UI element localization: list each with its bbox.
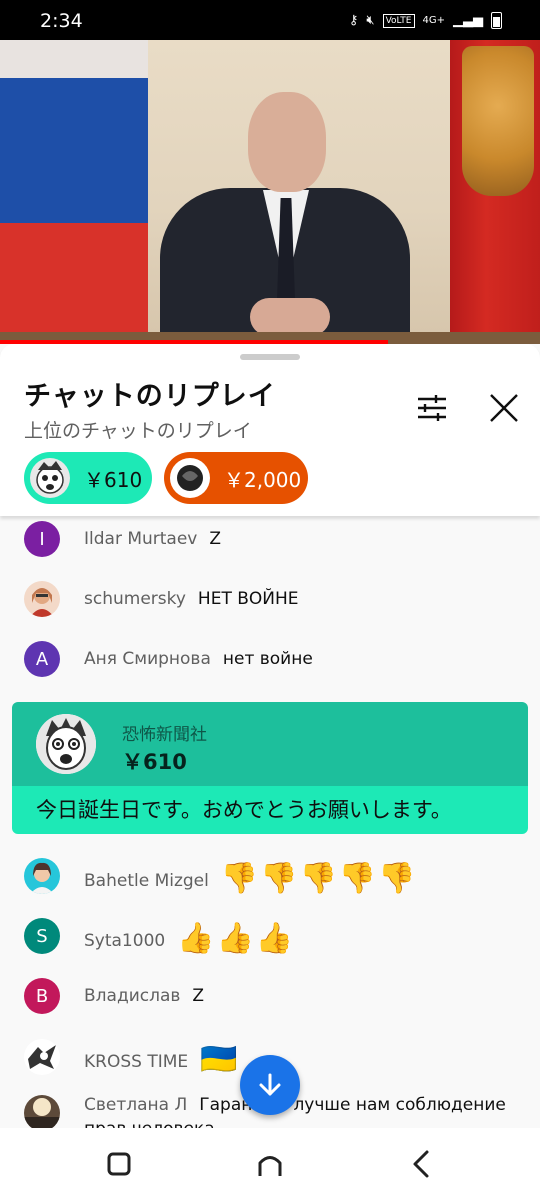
chat-message: НЕТ ВОЙНЕ <box>197 589 299 609</box>
battery-icon <box>491 12 502 29</box>
avatar <box>24 581 60 617</box>
sliders-icon <box>418 395 446 421</box>
back-button[interactable] <box>404 1146 440 1182</box>
avatar: A <box>24 641 60 677</box>
superchat-author[interactable]: 恐怖新聞社 <box>122 720 207 745</box>
chat-message: Z <box>192 986 205 1006</box>
list-item: schumersky НЕТ ВОЙНЕ <box>0 574 540 624</box>
avatar: B <box>24 978 60 1014</box>
chat-author[interactable]: Bahetle Mizgel <box>84 871 209 891</box>
chat-replay-header: チャットのリプレイ 上位のチャットのリプレイ ￥610 ￥2,000 <box>0 344 540 516</box>
standard-flag <box>450 40 540 340</box>
mute-icon: 🔇︎ <box>366 13 375 28</box>
home-button[interactable] <box>252 1146 288 1182</box>
superchat-chip[interactable]: ￥610 <box>24 452 152 504</box>
chat-list[interactable]: I Ildar Murtaev Z schumersky НЕТ ВОЙНЕ A А… <box>0 516 540 1128</box>
speaker-figure <box>160 80 410 344</box>
avatar <box>36 714 96 774</box>
superchat-amount: ￥610 <box>122 750 187 774</box>
status-bar: 2:34 ⚷ 🔇︎ VoLTE 4G+ ▁▃▅ <box>0 0 540 40</box>
network-label: 4G+ <box>422 15 446 26</box>
back-icon <box>413 1150 429 1178</box>
sheet-subtitle[interactable]: 上位のチャットのリプレイ <box>24 416 252 443</box>
scroll-to-latest-button[interactable] <box>240 1055 300 1115</box>
avatar <box>24 858 60 894</box>
avatar <box>24 1095 60 1128</box>
superchat-message[interactable]: 恐怖新聞社 ￥610 今日誕生日です。おめでとうお願いします。 <box>12 702 528 834</box>
chat-author[interactable]: schumersky <box>84 589 186 609</box>
volte-badge: VoLTE <box>382 13 415 28</box>
list-item: A Аня Смирнова нет войне <box>0 634 540 684</box>
close-button[interactable] <box>486 390 522 426</box>
list-item: S Syta1000 👍👍👍 <box>0 911 540 961</box>
chat-author[interactable]: Ildar Murtaev <box>84 529 197 549</box>
chat-message: нет войне <box>222 649 313 669</box>
avatar <box>170 458 210 498</box>
sheet-title: チャットのリプレイ <box>24 381 276 412</box>
avatar: S <box>24 918 60 954</box>
russian-flag <box>0 40 148 340</box>
home-icon <box>258 1156 282 1176</box>
recents-button[interactable] <box>101 1146 137 1182</box>
superchat-text: 今日誕生日です。おめでとうお願いします。 <box>12 786 528 834</box>
drag-handle[interactable] <box>240 354 300 360</box>
system-navigation-bar <box>0 1128 540 1199</box>
avatar <box>24 1039 60 1075</box>
chat-message: 👍👍👍 <box>177 920 296 956</box>
video-player[interactable] <box>0 40 540 344</box>
chat-message: 👎👎👎👎👎 <box>220 860 418 896</box>
chat-author[interactable]: KROSS TIME <box>84 1052 188 1072</box>
chip-amount: ￥610 <box>84 467 143 492</box>
list-item: Bahetle Mizgel 👎👎👎👎👎 <box>0 851 540 901</box>
status-icons: ⚷ 🔇︎ VoLTE 4G+ ▁▃▅ <box>349 12 502 29</box>
avatar <box>30 458 70 498</box>
superchat-chip[interactable]: ￥2,000 <box>164 452 308 504</box>
chat-message: Z <box>209 529 222 549</box>
list-item: I Ildar Murtaev Z <box>0 516 540 564</box>
signal-icon: ▁▃▅ <box>453 13 483 28</box>
key-icon: ⚷ <box>348 13 359 28</box>
chat-author[interactable]: Syta1000 <box>84 931 165 951</box>
chat-author[interactable]: Светлана Л <box>84 1095 187 1115</box>
recents-icon <box>107 1152 131 1176</box>
list-item: B Владислав Z <box>0 971 540 1021</box>
chat-author[interactable]: Аня Смирнова <box>84 649 211 669</box>
chat-message: 🇺🇦 <box>200 1041 240 1077</box>
coat-of-arms-icon <box>462 46 534 196</box>
chip-amount: ￥2,000 <box>224 467 302 492</box>
filter-button[interactable] <box>414 390 450 426</box>
close-icon <box>490 394 518 422</box>
arrow-down-icon <box>259 1073 281 1096</box>
status-time: 2:34 <box>40 10 83 32</box>
avatar: I <box>24 521 60 557</box>
chat-author[interactable]: Владислав <box>84 986 180 1006</box>
